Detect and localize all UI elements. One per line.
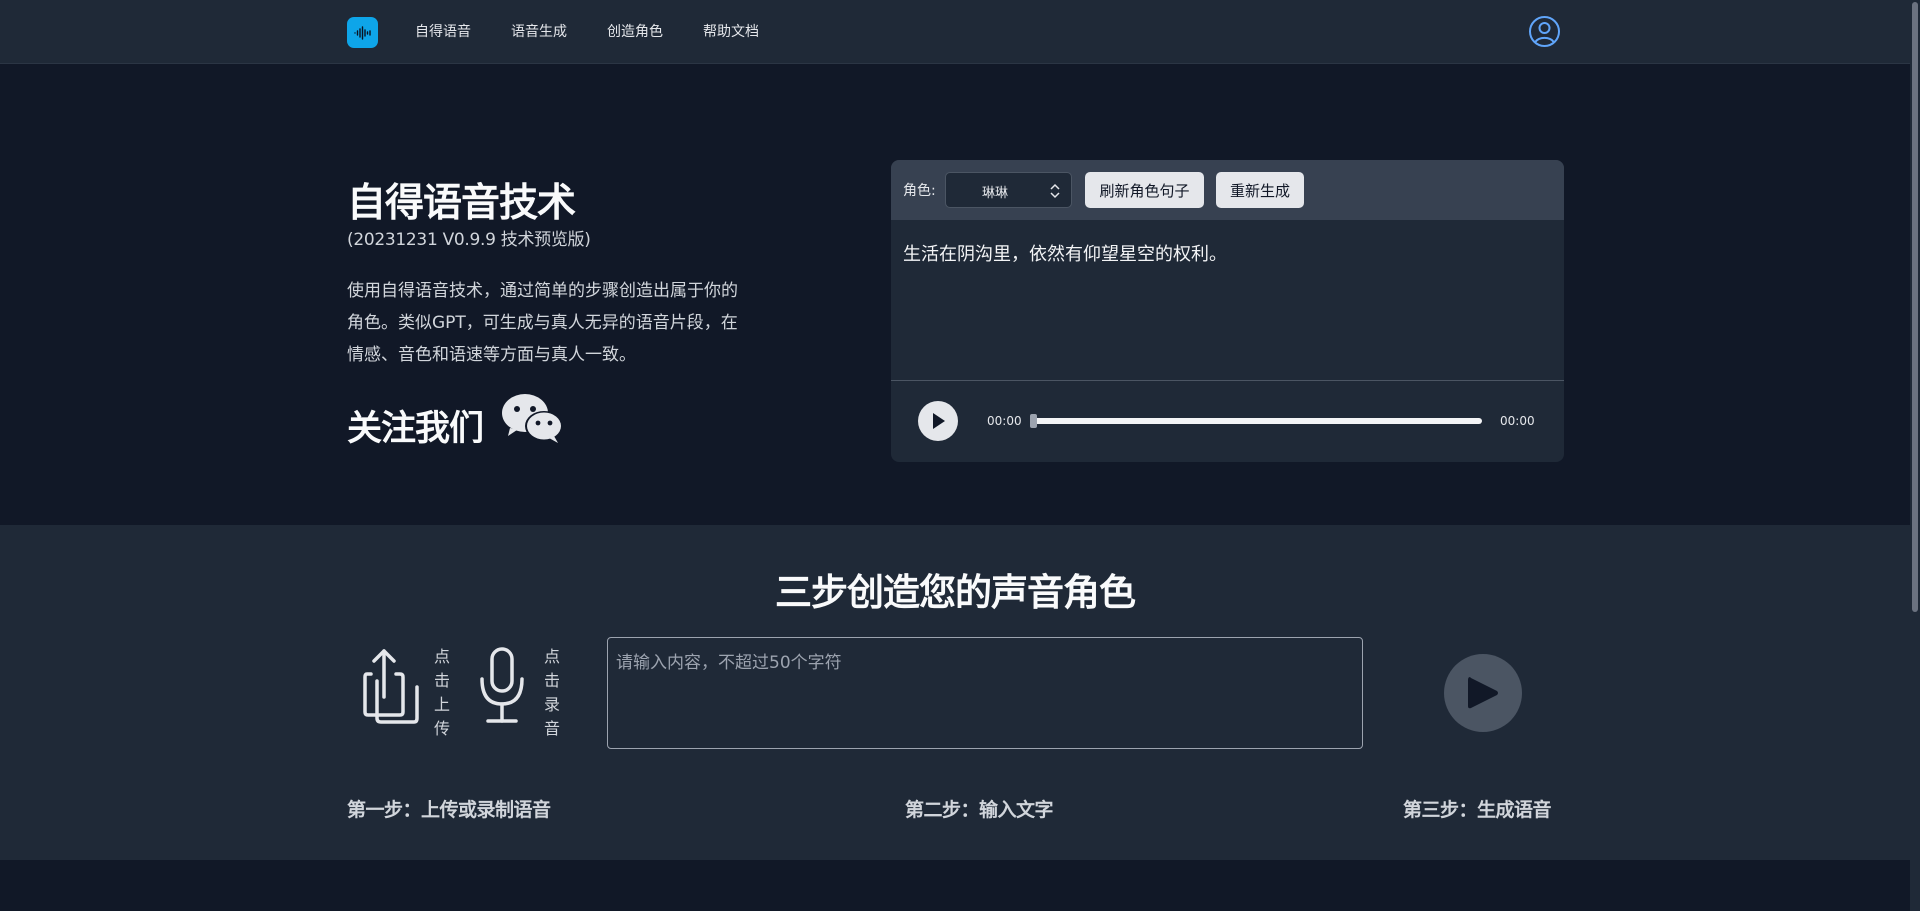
step-two-label: 第二步：输入文字 [905, 799, 1054, 821]
role-select-value: 琳琳 [982, 186, 1009, 201]
play-icon [1468, 677, 1498, 709]
audio-progress[interactable] [1030, 414, 1482, 428]
select-arrows-icon [1050, 183, 1060, 199]
hero-version: (20231231 V0.9.9 技术预览版) [347, 230, 591, 250]
text-input[interactable] [607, 637, 1363, 749]
hero-description: 使用自得语音技术，通过简单的步骤创造出属于你的角色。类似GPT，可生成与真人无异… [347, 281, 738, 365]
generate-play-button[interactable] [1444, 654, 1522, 732]
refresh-sentence-button[interactable]: 刷新角色句子 [1085, 172, 1204, 208]
role-label: 角色: [903, 183, 936, 199]
microphone-icon[interactable] [478, 646, 526, 726]
step-three-label: 第三步：生成语音 [1403, 799, 1552, 821]
role-select[interactable]: 琳琳 [945, 172, 1072, 208]
progress-handle[interactable] [1030, 414, 1037, 428]
nav-link-voice-generation[interactable]: 语音生成 [511, 20, 567, 44]
voice-player-card: 角色: 琳琳 刷新角色句子 重新生成 生活在阴沟里，依然有仰望星空的权利。 00… [891, 160, 1564, 462]
steps-title: 三步创造您的声音角色 [775, 571, 1136, 614]
nav-link-create-character[interactable]: 创造角色 [607, 20, 663, 44]
upload-icon[interactable] [362, 645, 422, 725]
player-toolbar: 角色: 琳琳 刷新角色句子 重新生成 [891, 160, 1564, 220]
upload-label[interactable]: 点击上传 [432, 645, 452, 741]
nav-link-help-docs[interactable]: 帮助文档 [703, 20, 759, 44]
play-button[interactable] [918, 401, 958, 441]
follow-us-heading: 关注我们 [347, 409, 484, 449]
logo[interactable] [347, 17, 378, 48]
scrollbar-thumb[interactable] [1912, 2, 1918, 612]
play-icon [933, 413, 945, 429]
record-label[interactable]: 点击录音 [542, 645, 562, 741]
waveform-icon [353, 25, 371, 40]
top-nav: 自得语音 语音生成 创造角色 帮助文档 [0, 0, 1910, 64]
user-circle-icon[interactable] [1528, 15, 1561, 48]
sample-sentence: 生活在阴沟里，依然有仰望星空的权利。 [903, 244, 1227, 265]
regenerate-button[interactable]: 重新生成 [1216, 172, 1304, 208]
hero-title: 自得语音技术 [347, 181, 576, 226]
divider [891, 380, 1564, 381]
current-time: 00:00 [987, 414, 1022, 428]
step-one-label: 第一步：上传或录制语音 [347, 799, 551, 821]
page-scrollbar[interactable] [1910, 0, 1920, 911]
wechat-icon[interactable] [500, 392, 564, 446]
steps-section: 三步创造您的声音角色 点击上传 点击录音 第一步：上传或录制语音 第二步：输入文… [0, 525, 1910, 860]
duration: 00:00 [1500, 414, 1535, 428]
nav-link-home[interactable]: 自得语音 [415, 20, 471, 44]
